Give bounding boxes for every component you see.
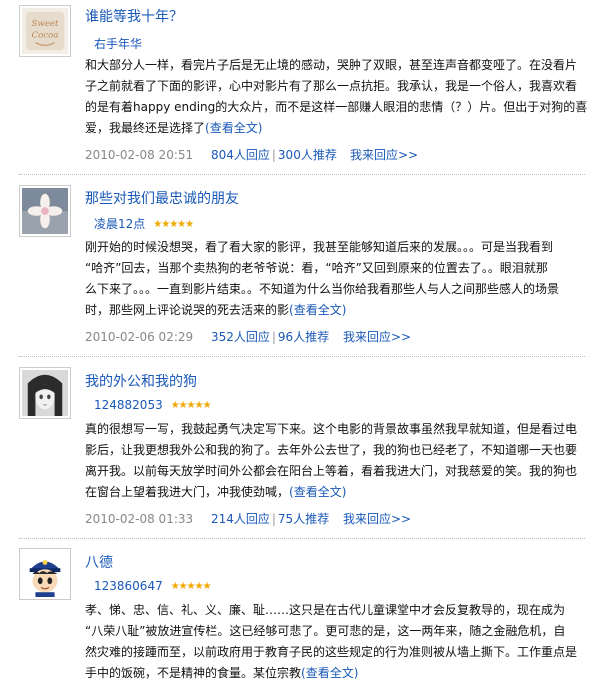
review-text-line: 影后，让我更想我外公和我的狗了。去年外公去世了，我的狗也已经老了，不知道哪一天也… [85,443,578,457]
divider [19,538,585,539]
review-text-line: 真的很想写一写，我鼓起勇气决定写下来。这个电影的背景故事虽然我早就知道，但是看过… [85,422,578,436]
review-title[interactable]: 那些对我们最忠诚的朋友 [85,188,239,208]
review-text-line: 然灾难的接踵而至，以前政府用于教育子民的这些规定的行为准则被从墙上撕下。工作重点… [85,645,578,659]
review-body: 真的很想写一写，我鼓起勇气决定写下来。这个电影的背景故事虽然我早就知道，但是看过… [85,419,585,503]
review-meta: 右手年华 [94,35,142,52]
review-text-line: 孝、悌、忠、信、礼、义、廉、耻……这只是在古代儿童课堂中才会反复教导的，现在成为 [85,603,566,617]
review-text-line: 的是有着happy ending的大众片，而不是这样一部赚人眼泪的悲情（？）片。… [85,100,588,114]
police-boy-avatar-icon[interactable] [19,548,71,600]
star-rating: ★★★★★ [170,581,212,592]
review-title[interactable]: 谁能等我十年？ [85,6,183,26]
review-date: 2010-02-08 20:51 [85,148,194,162]
review-date: 2010-02-06 02:29 [85,330,194,344]
read-more-link[interactable]: (查看全文) [289,485,346,499]
review-text-line: 离开我。以前每天放学时间外公都会在阳台上等着，看着我进大门，对我慈爱的笑。我的狗… [85,464,578,478]
reply-button[interactable]: 我来回应>> [343,510,411,527]
review-text-line: 在窗台上望着我进大门，冲我使劲喊， [85,485,290,499]
review-body: 刚开始的时候没想哭，看了看大家的影评，我甚至能够知道后来的发展。。。可是当我看到… [85,237,585,321]
sweet-cocoa-avatar-icon[interactable]: Sweet Cocoa [19,5,71,57]
review-text-line: “哈齐”回去，当那个卖热狗的老爷爷说：看，“哈齐”又回到原来的位置去了。。眼泪就… [85,261,548,275]
review-footer: 2010-02-08 01:33 214人回应 | 75人推荐 [85,510,329,527]
star-rating: ★★★★★ [153,219,194,230]
reply-count-link[interactable]: 352人回应 [211,330,270,344]
recommend-count-link[interactable]: 75人推荐 [278,512,329,526]
review-footer: 2010-02-06 02:29 352人回应 | 96人推荐 [85,328,329,345]
recommend-count-link[interactable]: 96人推荐 [278,330,329,344]
review-title[interactable]: 我的外公和我的狗 [85,371,197,391]
reply-count-link[interactable]: 804人回应 [211,148,270,162]
review-author[interactable]: 右手年华 [94,37,142,51]
separator: | [271,330,276,344]
review-author[interactable]: 123860647 [94,579,163,593]
svg-text:Cocoa: Cocoa [32,31,59,41]
recommend-count-link[interactable]: 300人推荐 [278,148,337,162]
review-text-line: 子之前就看了下面的影评，心中对影片有了那么一点抗拒。我承认，我是一个俗人，我喜欢… [85,79,578,93]
review-title[interactable]: 八德 [85,552,113,572]
review-meta: 凌晨12点 ★★★★★ [94,215,194,232]
review-body: 和大部分人一样，看完片子后是无止境的感动，哭肿了双眼，甚至连声音都变哑了。在没看… [85,55,588,139]
review-footer: 2010-02-08 20:51 804人回应 | 300人推荐 [85,146,337,163]
review-meta: 124882053 ★★★★★ [94,398,212,412]
review-author[interactable]: 124882053 [94,398,163,412]
review-text-line: 爱，我最终还是选择了 [85,121,206,135]
review-meta: 123860647 ★★★★★ [94,579,212,593]
reply-count-link[interactable]: 214人回应 [211,512,270,526]
divider [19,356,585,357]
anime-girl-avatar-icon[interactable] [19,367,71,419]
flower-avatar-icon[interactable] [19,185,71,237]
read-more-link[interactable]: (查看全文) [301,666,358,680]
review-text-line: 么下来了。。。一直到影片结束。。不知道为什么当你给我看那些人与人之间那些感人的场… [85,282,560,296]
reply-button[interactable]: 我来回应>> [350,146,418,163]
read-more-link[interactable]: (查看全文) [205,121,262,135]
review-text-line: 时，那些网上评论说哭的死去活来的影 [85,303,290,317]
reply-button[interactable]: 我来回应>> [343,328,411,345]
star-rating: ★★★★★ [170,400,212,411]
read-more-link[interactable]: (查看全文) [289,303,346,317]
divider [19,174,585,175]
separator: | [271,512,276,526]
review-text-line: 手中的饭碗，不是精神的食量。某位宗教 [85,666,302,680]
review-date: 2010-02-08 01:33 [85,512,194,526]
separator: | [271,148,276,162]
review-body: 孝、悌、忠、信、礼、义、廉、耻……这只是在古代儿童课堂中才会反复教导的，现在成为… [85,600,585,684]
review-text-line: 和大部分人一样，看完片子后是无止境的感动，哭肿了双眼，甚至连声音都变哑了。在没看… [85,58,578,72]
svg-text:Sweet: Sweet [32,19,59,29]
review-text-line: “八荣八耻”被放进宣传栏。这已经够可悲了。更可悲的是，这一两年来，随之金融危机，… [85,624,566,638]
review-author[interactable]: 凌晨12点 [94,217,145,231]
review-text-line: 刚开始的时候没想哭，看了看大家的影评，我甚至能够知道后来的发展。。。可是当我看到 [85,240,554,254]
